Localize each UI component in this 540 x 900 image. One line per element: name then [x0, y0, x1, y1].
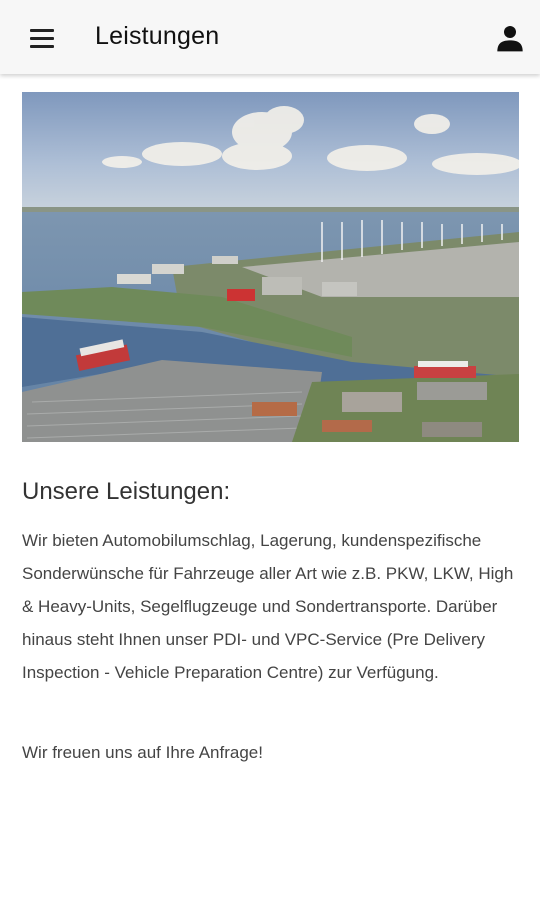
hamburger-menu-icon[interactable]: [22, 20, 62, 56]
page-title: Leistungen: [95, 22, 220, 50]
person-icon[interactable]: [494, 22, 526, 54]
section-heading: Unsere Leistungen:: [22, 478, 231, 505]
closing-text: Wir freuen uns auf Ihre Anfrage!: [22, 743, 263, 762]
hero-image: [22, 92, 519, 442]
app-bar: Leistungen: [0, 0, 540, 74]
services-description: Wir bieten Automobilumschlag, Lagerung, …: [22, 531, 514, 682]
